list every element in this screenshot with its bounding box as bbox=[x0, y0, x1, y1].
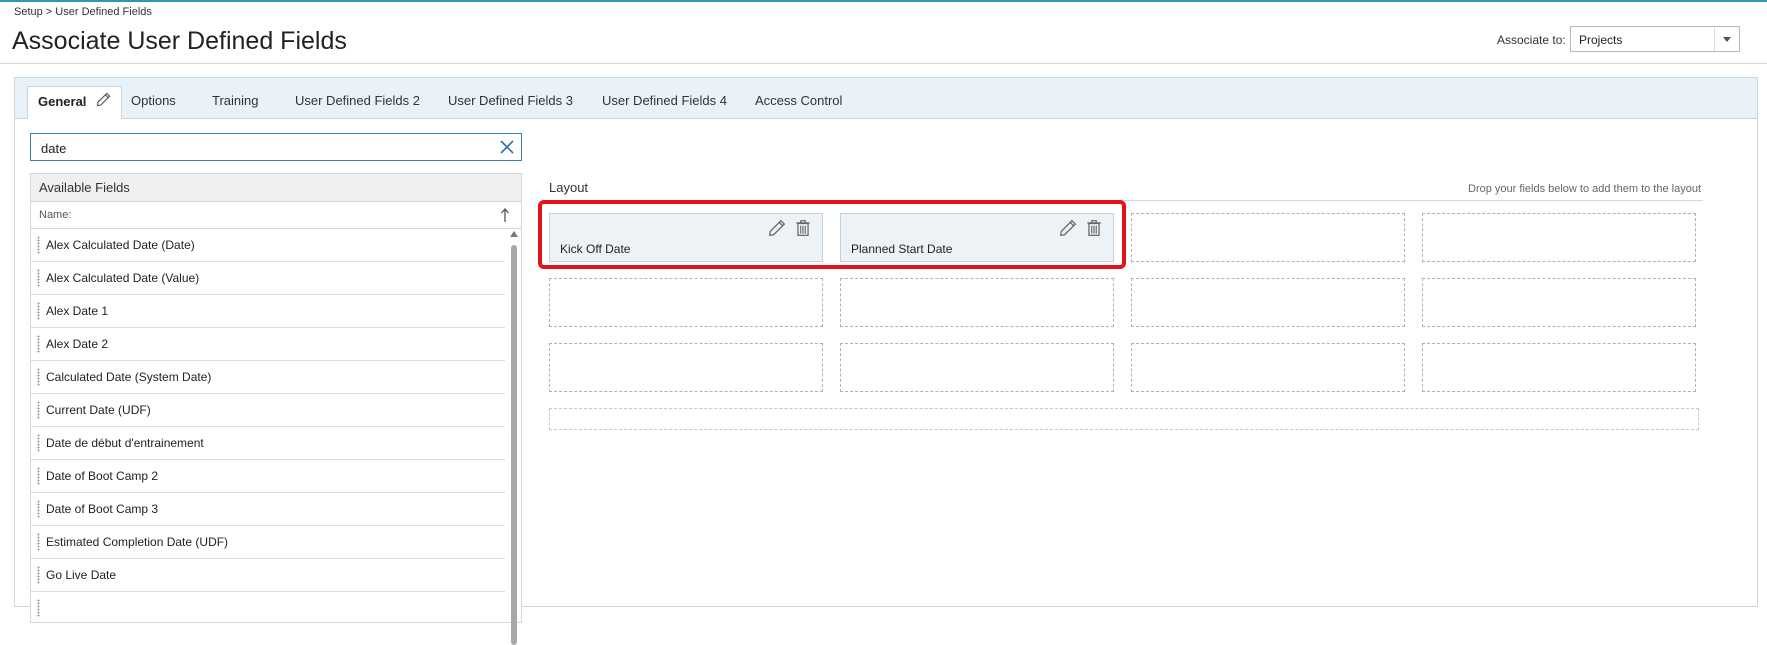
chevron-down-icon bbox=[1723, 37, 1731, 42]
list-item[interactable]: Date of Boot Camp 2 bbox=[31, 460, 505, 493]
list-item[interactable]: Estimated Completion Date (UDF) bbox=[31, 526, 505, 559]
header-divider bbox=[0, 63, 1767, 64]
breadcrumb-separator: > bbox=[42, 6, 56, 18]
layout-field-label: Kick Off Date bbox=[560, 242, 631, 256]
top-accent-bar bbox=[0, 0, 1767, 2]
layout-title: Layout bbox=[549, 180, 589, 195]
breadcrumb-current: User Defined Fields bbox=[55, 6, 152, 18]
scroll-thumb[interactable] bbox=[511, 245, 517, 645]
layout-divider bbox=[549, 200, 1703, 201]
drag-handle-icon[interactable] bbox=[37, 401, 40, 419]
breadcrumb: Setup > User Defined Fields bbox=[14, 6, 152, 18]
list-item[interactable]: Calculated Date (System Date) bbox=[31, 361, 505, 394]
layout-drop-slot[interactable] bbox=[1131, 278, 1405, 327]
pencil-icon[interactable] bbox=[768, 219, 786, 237]
layout-drop-slot[interactable] bbox=[549, 278, 823, 327]
pencil-icon[interactable] bbox=[96, 88, 111, 118]
list-item[interactable] bbox=[31, 592, 505, 622]
list-item[interactable]: Current Date (UDF) bbox=[31, 394, 505, 427]
dropdown-toggle[interactable] bbox=[1714, 27, 1739, 51]
layout-drop-slot[interactable] bbox=[1422, 213, 1696, 262]
associate-to-select[interactable]: Projects bbox=[1570, 26, 1740, 52]
page-title: Associate User Defined Fields bbox=[12, 27, 347, 55]
layout-drop-row[interactable] bbox=[549, 408, 1699, 430]
drag-handle-icon[interactable] bbox=[37, 302, 40, 320]
tab-udf-3[interactable]: User Defined Fields 3 bbox=[438, 87, 583, 117]
drag-handle-icon[interactable] bbox=[37, 500, 40, 518]
tab-access-control[interactable]: Access Control bbox=[745, 87, 852, 117]
drag-handle-icon[interactable] bbox=[37, 434, 40, 452]
list-item[interactable]: Alex Calculated Date (Date) bbox=[31, 229, 505, 262]
associate-to-value: Projects bbox=[1579, 33, 1623, 47]
tab-general[interactable]: General bbox=[27, 86, 123, 119]
tab-bar: General Options Training User Defined Fi… bbox=[15, 78, 1757, 119]
main-panel: General Options Training User Defined Fi… bbox=[14, 77, 1758, 645]
layout-field-card[interactable]: Planned Start Date bbox=[840, 213, 1114, 262]
tab-label: General bbox=[38, 94, 87, 109]
layout-drop-slot[interactable] bbox=[1422, 343, 1696, 392]
tab-training[interactable]: Training bbox=[202, 87, 268, 117]
available-fields-header: Available Fields bbox=[31, 174, 521, 202]
field-search bbox=[30, 133, 522, 161]
layout-drop-slot[interactable] bbox=[1131, 213, 1405, 262]
fields-scrollbar[interactable] bbox=[509, 231, 519, 645]
layout-field-label: Planned Start Date bbox=[851, 242, 953, 256]
available-fields-list: Alex Calculated Date (Date) Alex Calcula… bbox=[31, 229, 505, 622]
drag-handle-icon[interactable] bbox=[37, 566, 40, 584]
layout-drop-slot[interactable] bbox=[840, 278, 1114, 327]
breadcrumb-setup[interactable]: Setup bbox=[14, 6, 43, 18]
list-item[interactable]: Go Live Date bbox=[31, 559, 505, 592]
close-icon[interactable] bbox=[499, 139, 515, 155]
list-item[interactable]: Alex Date 2 bbox=[31, 328, 505, 361]
list-item[interactable]: Date of Boot Camp 3 bbox=[31, 493, 505, 526]
tab-udf-2[interactable]: User Defined Fields 2 bbox=[285, 87, 430, 117]
drag-handle-icon[interactable] bbox=[37, 599, 40, 617]
list-item[interactable]: Alex Calculated Date (Value) bbox=[31, 262, 505, 295]
search-input[interactable] bbox=[39, 138, 483, 158]
tab-options[interactable]: Options bbox=[121, 87, 186, 117]
tab-udf-4[interactable]: User Defined Fields 4 bbox=[592, 87, 737, 117]
layout-drop-slot[interactable] bbox=[840, 343, 1114, 392]
trash-icon[interactable] bbox=[1085, 219, 1103, 237]
name-column-header[interactable]: Name: bbox=[31, 202, 521, 229]
layout-drop-slot[interactable] bbox=[1131, 343, 1405, 392]
scroll-up-arrow-icon[interactable] bbox=[510, 231, 518, 237]
available-fields-panel: Available Fields Name: Alex Calculated D… bbox=[30, 173, 522, 645]
drag-handle-icon[interactable] bbox=[37, 236, 40, 254]
associate-to-label: Associate to: bbox=[1497, 33, 1566, 47]
list-item[interactable]: Alex Date 1 bbox=[31, 295, 505, 328]
drag-handle-icon[interactable] bbox=[37, 335, 40, 353]
trash-icon[interactable] bbox=[794, 219, 812, 237]
layout-drop-slot[interactable] bbox=[549, 343, 823, 392]
layout-drop-slot[interactable] bbox=[1422, 278, 1696, 327]
sort-arrow-icon[interactable] bbox=[499, 206, 511, 224]
layout-field-card[interactable]: Kick Off Date bbox=[549, 213, 823, 262]
name-column-label: Name: bbox=[39, 209, 72, 221]
pencil-icon[interactable] bbox=[1059, 219, 1077, 237]
drag-handle-icon[interactable] bbox=[37, 368, 40, 386]
drag-handle-icon[interactable] bbox=[37, 533, 40, 551]
drag-handle-icon[interactable] bbox=[37, 269, 40, 287]
list-item[interactable]: Date de début d'entrainement bbox=[31, 427, 505, 460]
layout-hint: Drop your fields below to add them to th… bbox=[1468, 183, 1701, 195]
drag-handle-icon[interactable] bbox=[37, 467, 40, 485]
